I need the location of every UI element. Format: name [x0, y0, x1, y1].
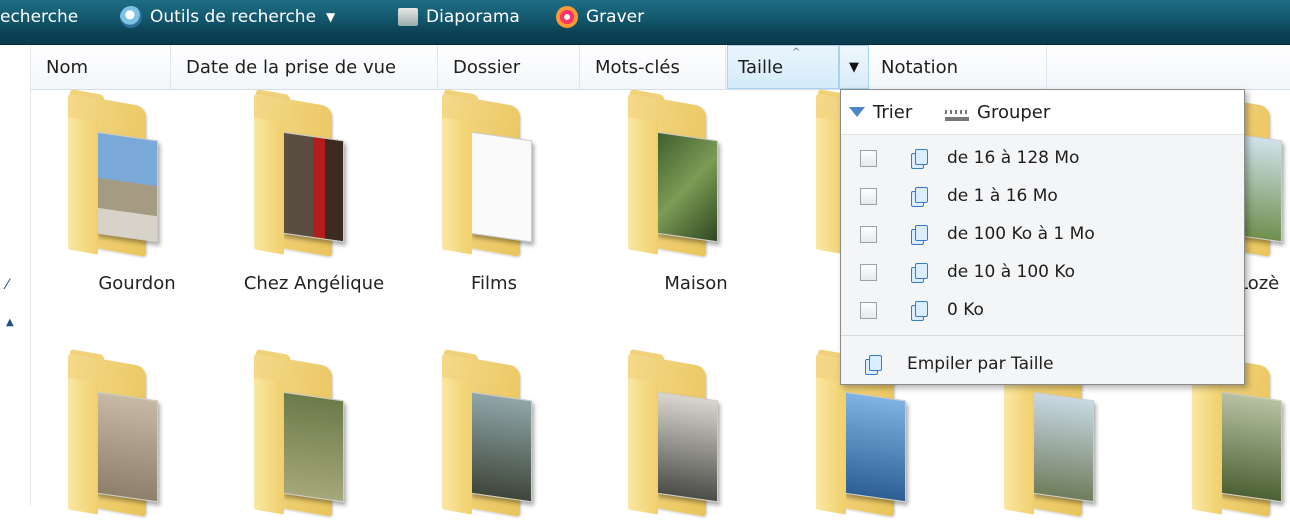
stack-by-size-item[interactable]: Empiler par Taille — [841, 345, 1244, 383]
column-header: Nom Date de la prise de vue Dossier Mots… — [31, 45, 1290, 90]
nav-marker-icon: ⁄ — [6, 277, 9, 293]
folder-item[interactable] — [48, 89, 178, 262]
folder-thumbnail — [844, 391, 906, 503]
search-tools-button[interactable]: Outils de recherche ▼ — [120, 1, 335, 33]
folder-item[interactable] — [422, 349, 552, 522]
search-icon — [120, 6, 142, 28]
option-checkbox[interactable] — [860, 225, 877, 243]
column-size-label: Taille — [738, 56, 784, 78]
burn-disc-icon — [556, 6, 578, 28]
column-date-taken[interactable]: Date de la prise de vue — [171, 45, 438, 89]
column-folder[interactable]: Dossier — [438, 45, 580, 89]
command-toolbar: echerche Outils de recherche ▼ Diaporama… — [0, 0, 1290, 45]
filter-option[interactable]: de 16 à 128 Mo — [841, 139, 1244, 177]
size-filter-menu: Trier Grouper de 16 à 128 Mo de 1 à 16 M… — [840, 89, 1245, 385]
option-label: de 10 à 100 Ko — [947, 262, 1076, 282]
size-filter-dropdown-button[interactable]: ▼ — [839, 45, 869, 89]
folder-thumbnail — [1220, 391, 1282, 503]
folder-label: Chez Angélique — [243, 273, 385, 294]
column-tags[interactable]: Mots-clés — [580, 45, 726, 89]
search-tools-label: Outils de recherche — [150, 7, 317, 27]
stack-icon — [865, 355, 883, 375]
folder-item[interactable] — [608, 89, 738, 262]
folder-thumbnail — [282, 391, 344, 503]
column-rating-label: Notation — [881, 56, 959, 78]
option-checkbox[interactable] — [860, 263, 877, 281]
sort-button[interactable]: Trier — [849, 90, 912, 134]
folder-thumbnail — [656, 391, 718, 503]
slideshow-button[interactable]: Diaporama — [398, 1, 520, 33]
filter-option[interactable]: de 1 à 16 Mo — [841, 177, 1244, 215]
column-tags-label: Mots-clés — [595, 56, 680, 78]
column-name-label: Nom — [46, 56, 89, 78]
stack-icon — [911, 263, 929, 283]
dropdown-arrow-icon: ▼ — [849, 59, 859, 75]
folder-label: Films — [471, 273, 517, 294]
column-date-label: Date de la prise de vue — [186, 56, 397, 78]
filter-option[interactable]: de 100 Ko à 1 Mo — [841, 215, 1244, 253]
option-label: de 100 Ko à 1 Mo — [947, 224, 1095, 244]
burn-button[interactable]: Graver — [556, 1, 644, 33]
group-icon — [945, 110, 969, 114]
option-label: 0 Ko — [947, 300, 984, 320]
slideshow-icon — [398, 8, 418, 26]
folder-label: Lozè — [1238, 273, 1280, 294]
slideshow-label: Diaporama — [426, 7, 520, 27]
column-size[interactable]: Taille ^ — [727, 45, 839, 89]
column-name[interactable]: Nom — [31, 45, 171, 89]
folder-thumbnail — [470, 131, 532, 243]
sort-ascending-icon: ^ — [792, 47, 801, 58]
folder-label: Gourdon — [98, 273, 176, 294]
navigation-pane: ⁄ ▲ — [0, 45, 31, 506]
folder-thumbnail — [282, 131, 344, 243]
folder-thumbnail — [656, 131, 718, 243]
filter-option[interactable]: de 10 à 100 Ko — [841, 253, 1244, 291]
stack-icon — [911, 301, 929, 321]
option-label: de 16 à 128 Mo — [947, 148, 1080, 168]
folder-thumbnail — [96, 391, 158, 503]
folder-thumbnail — [96, 131, 158, 243]
group-label: Grouper — [977, 101, 1051, 123]
option-checkbox[interactable] — [860, 187, 877, 205]
collapse-arrow-icon[interactable]: ▲ — [6, 317, 14, 328]
menu-top-bar: Trier Grouper — [841, 90, 1244, 135]
folder-item[interactable] — [234, 89, 364, 262]
folder-item[interactable] — [48, 349, 178, 522]
option-checkbox[interactable] — [860, 301, 877, 319]
chevron-down-icon: ▼ — [326, 10, 336, 24]
option-label: de 1 à 16 Mo — [947, 186, 1058, 206]
folder-item[interactable] — [234, 349, 364, 522]
stack-icon — [911, 149, 929, 169]
group-button[interactable]: Grouper — [945, 90, 1050, 134]
stack-icon — [911, 187, 929, 207]
filter-option[interactable]: 0 Ko — [841, 291, 1244, 329]
toolbar-search-item[interactable]: echerche — [0, 1, 78, 33]
sort-triangle-icon — [849, 107, 865, 117]
folder-thumbnail — [470, 391, 532, 503]
folder-item[interactable] — [608, 349, 738, 522]
sort-label: Trier — [873, 101, 913, 123]
folder-item[interactable] — [422, 89, 552, 262]
column-folder-label: Dossier — [453, 56, 521, 78]
option-checkbox[interactable] — [860, 149, 877, 167]
stack-icon — [911, 225, 929, 245]
column-rating[interactable]: Notation — [869, 45, 1047, 89]
folder-label: Maison — [664, 273, 728, 294]
folder-thumbnail — [1032, 391, 1094, 503]
burn-label: Graver — [586, 7, 645, 27]
toolbar-search-label: echerche — [0, 7, 79, 27]
stack-by-size-label: Empiler par Taille — [907, 354, 1054, 374]
menu-separator — [841, 335, 1244, 336]
